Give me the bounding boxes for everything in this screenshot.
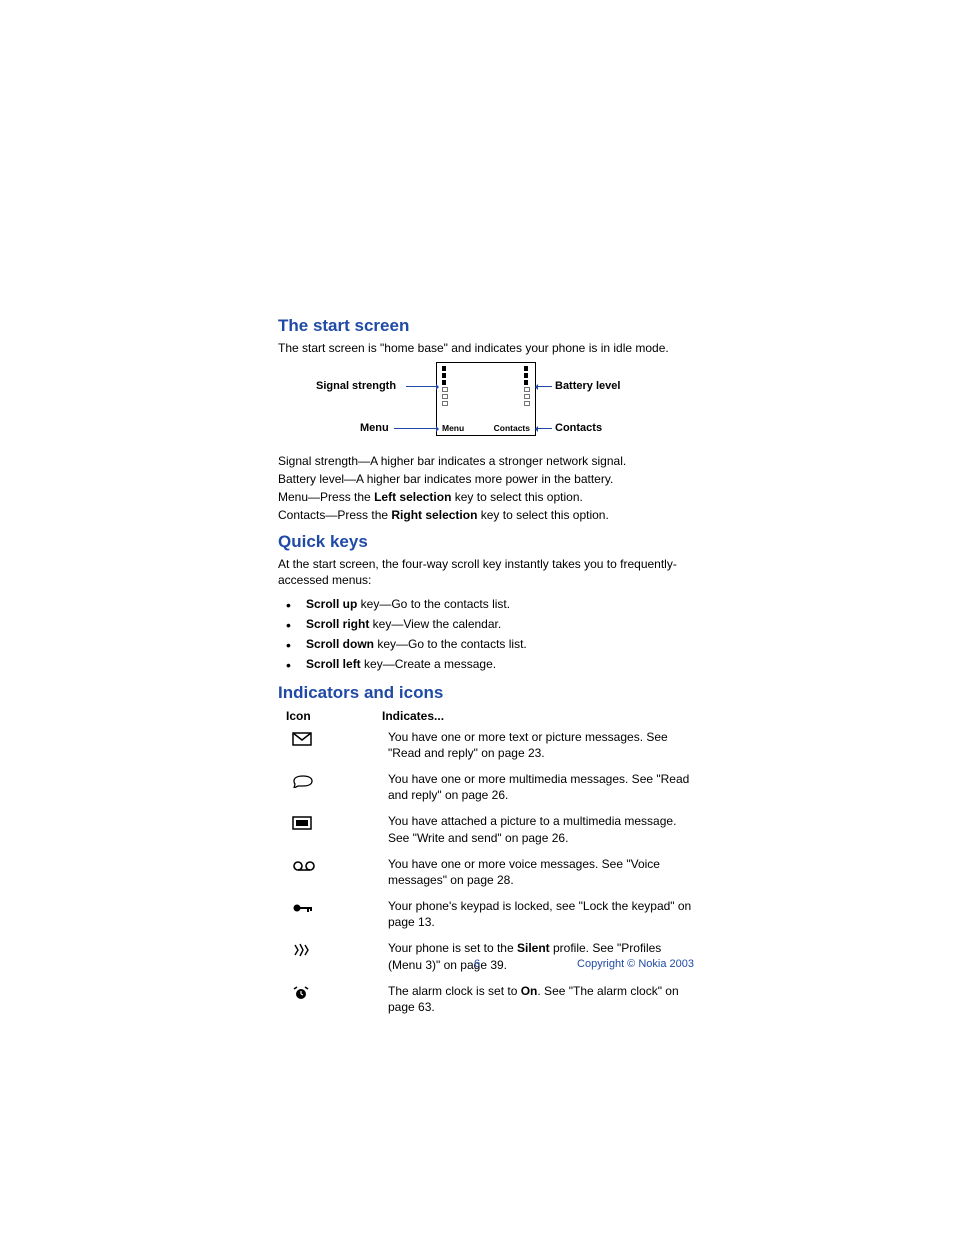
indicator-desc: You have one or more voice messages. See… [388,856,694,888]
page: The start screen The start screen is "ho… [0,0,954,1235]
def-contacts: Contacts—Press the Right selection key t… [278,508,694,522]
col-header-icon: Icon [286,709,382,723]
def-battery: Battery level—A higher bar indicates mor… [278,472,694,486]
envelope-icon [286,729,388,749]
arrow-icon [394,428,436,429]
indicator-row: You have one or more voice messages. See… [286,856,694,888]
indicator-desc: You have attached a picture to a multime… [388,813,694,845]
indicator-desc: Your phone's keypad is locked, see "Lock… [388,898,694,930]
callout-menu: Menu [360,422,389,434]
phone-screen-outline: Menu Contacts [436,362,536,436]
indicator-row: Your phone's keypad is locked, see "Lock… [286,898,694,930]
screen-contacts-label: Contacts [494,423,530,433]
indicator-desc: You have one or more multimedia messages… [388,771,694,803]
list-item: Scroll right key—View the calendar. [278,615,694,633]
start-screen-diagram: Menu Contacts Signal strength Battery le… [278,362,694,444]
quick-keys-intro: At the start screen, the four-way scroll… [278,556,694,588]
list-item: Scroll left key—Create a message. [278,655,694,673]
callout-signal: Signal strength [316,380,396,392]
voicemail-icon [286,856,388,876]
indicator-row: You have one or more multimedia messages… [286,771,694,803]
copyright: Copyright © Nokia 2003 [577,958,694,970]
alarm-clock-icon [286,983,388,1003]
callout-contacts: Contacts [555,422,602,434]
arrow-icon [538,428,552,429]
callout-battery: Battery level [555,380,620,392]
def-menu: Menu—Press the Left selection key to sel… [278,490,694,504]
def-signal: Signal strength—A higher bar indicates a… [278,454,694,468]
quick-keys-list: Scroll up key—Go to the contacts list. S… [278,595,694,673]
mms-icon [286,771,388,791]
page-footer: 6 Copyright © Nokia 2003 [0,958,954,970]
indicator-row: You have one or more text or picture mes… [286,729,694,761]
indicator-desc: You have one or more text or picture mes… [388,729,694,761]
col-header-indicates: Indicates... [382,709,694,723]
indicator-row: The alarm clock is set to On. See "The a… [286,983,694,1015]
heading-start-screen: The start screen [278,316,694,336]
start-screen-intro: The start screen is "home base" and indi… [278,340,694,356]
indicators-header: Icon Indicates... [286,709,694,723]
list-item: Scroll up key—Go to the contacts list. [278,595,694,613]
list-item: Scroll down key—Go to the contacts list. [278,635,694,653]
heading-indicators: Indicators and icons [278,683,694,703]
screen-menu-label: Menu [442,423,464,433]
picture-frame-icon [286,813,388,833]
arrow-icon [538,386,552,387]
page-number: 6 [474,958,480,970]
indicator-row: You have attached a picture to a multime… [286,813,694,845]
battery-bars-icon [524,366,530,406]
heading-quick-keys: Quick keys [278,532,694,552]
indicator-desc: The alarm clock is set to On. See "The a… [388,983,694,1015]
arrow-icon [406,386,436,387]
key-lock-icon [286,898,388,918]
signal-bars-icon [442,366,448,406]
